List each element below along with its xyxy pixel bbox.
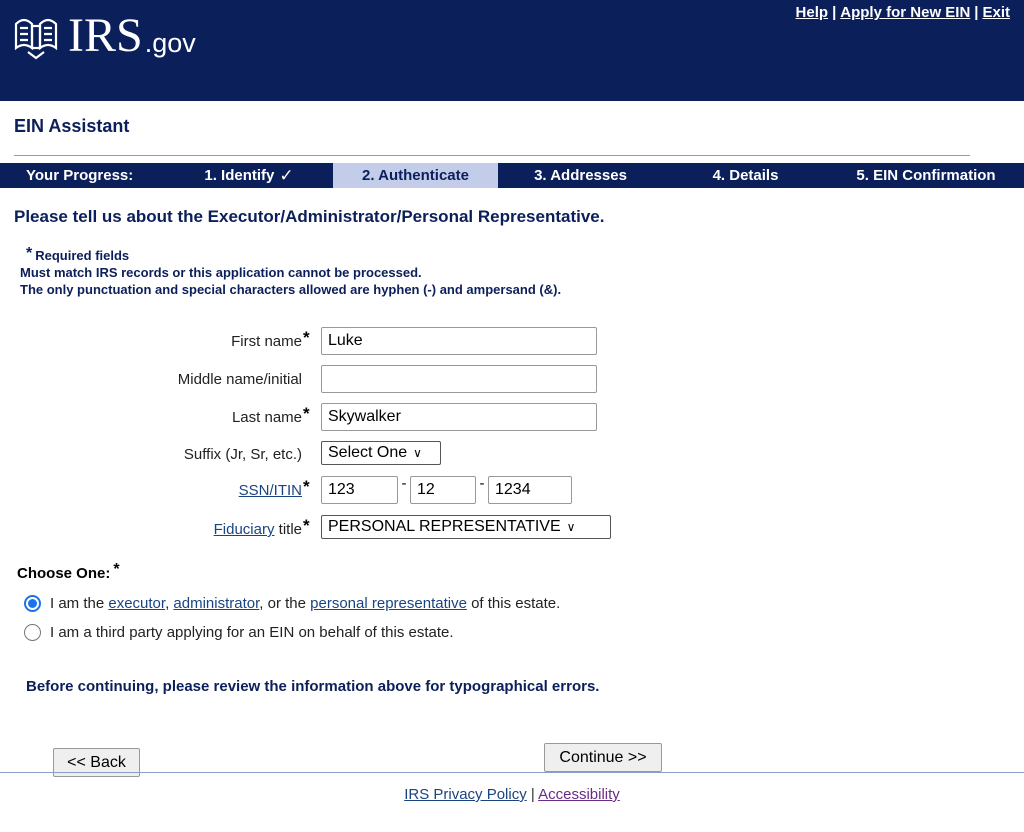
- fiduciary-label: Fiduciary title: [214, 521, 302, 538]
- option-text-part: of this estate.: [466, 594, 561, 612]
- logo-irs-text: IRS: [68, 9, 143, 62]
- progress-step-identify: 1. Identify ✓: [165, 163, 333, 188]
- fiduciary-label-rest: title: [274, 521, 302, 538]
- chevron-down-icon: ∨: [566, 520, 576, 534]
- first-name-row: First name *: [0, 327, 1024, 355]
- suffix-select[interactable]: Select One ∨: [321, 441, 441, 465]
- help-link[interactable]: Help: [796, 4, 829, 21]
- required-star: *: [303, 404, 310, 423]
- requirements-note: * Required fields Must match IRS records …: [20, 245, 562, 298]
- last-name-row: Last name *: [0, 403, 1024, 431]
- suffix-label: Suffix (Jr, Sr, etc.): [183, 446, 302, 463]
- radio-button[interactable]: [24, 623, 41, 641]
- logo-gov-text: .gov: [144, 28, 196, 58]
- ssn-itin-link[interactable]: SSN/ITIN: [239, 482, 302, 499]
- administrator-link[interactable]: administrator: [173, 595, 259, 612]
- review-note: Before continuing, please review the inf…: [26, 678, 600, 695]
- fiduciary-title-select[interactable]: PERSONAL REPRESENTATIVE ∨: [321, 515, 611, 539]
- radio-option-executor[interactable]: I am the executor, administrator, or the…: [24, 593, 560, 613]
- suffix-select-value: Select One: [328, 444, 408, 461]
- link-separator: |: [974, 4, 979, 21]
- progress-step-ein-confirmation: 5. EIN Confirmation: [856, 167, 996, 184]
- fiduciary-row: Fiduciary title * PERSONAL REPRESENTATIV…: [0, 515, 1024, 543]
- app-title: EIN Assistant: [14, 116, 130, 136]
- footer-divider: [0, 772, 1024, 773]
- required-star: *: [113, 561, 120, 578]
- required-fields-text: Required fields: [35, 248, 130, 263]
- ssn-dash: -: [479, 475, 485, 492]
- link-separator: |: [832, 4, 837, 21]
- middle-name-row: Middle name/initial: [0, 365, 1024, 393]
- ssn-label: SSN/ITIN: [239, 482, 302, 499]
- ssn-part2-input[interactable]: [410, 476, 476, 504]
- option-executor-text: I am the executor, administrator, or the…: [50, 595, 560, 612]
- site-header: IRS .gov Help | Apply for New EIN | Exit: [0, 0, 1024, 101]
- privacy-policy-link[interactable]: IRS Privacy Policy: [404, 786, 527, 803]
- middle-name-input[interactable]: [321, 365, 597, 393]
- progress-bar: Your Progress: 1. Identify ✓ 2. Authenti…: [0, 163, 1024, 188]
- checkmark-icon: ✓: [279, 165, 294, 185]
- required-star: *: [303, 477, 310, 496]
- fiduciary-link[interactable]: Fiduciary: [214, 521, 275, 538]
- required-star: *: [303, 516, 310, 535]
- progress-step-label: 1. Identify: [204, 167, 275, 184]
- footer-separator: |: [526, 786, 539, 803]
- accessibility-link[interactable]: Accessibility: [538, 786, 620, 803]
- footer: IRS Privacy Policy | Accessibility: [0, 786, 1024, 803]
- required-star: *: [26, 245, 33, 262]
- required-star: *: [303, 328, 310, 347]
- ssn-part3-input[interactable]: [488, 476, 572, 504]
- executor-link[interactable]: executor: [108, 595, 165, 612]
- top-links: Help | Apply for New EIN | Exit: [796, 4, 1010, 21]
- progress-step-authenticate: 2. Authenticate: [333, 163, 498, 188]
- continue-button[interactable]: Continue >>: [544, 743, 662, 772]
- middle-name-label: Middle name/initial: [177, 371, 302, 388]
- ssn-dash: -: [401, 475, 407, 492]
- page-heading: Please tell us about the Executor/Admini…: [14, 207, 605, 226]
- last-name-input[interactable]: [321, 403, 597, 431]
- exit-link[interactable]: Exit: [982, 4, 1010, 21]
- radio-button-selected[interactable]: [24, 594, 41, 612]
- option-text-part: I am the: [50, 594, 109, 612]
- irs-logo[interactable]: IRS .gov: [10, 12, 196, 60]
- choose-one-text: Choose One:: [17, 565, 111, 582]
- option-text-part: , or the: [259, 594, 311, 612]
- choose-one-label: Choose One: *: [17, 561, 120, 583]
- eagle-icon: [14, 18, 58, 60]
- chevron-down-icon: ∨: [413, 446, 422, 460]
- progress-step-addresses: 3. Addresses: [534, 167, 627, 184]
- ssn-row: SSN/ITIN * - -: [0, 475, 1024, 504]
- first-name-label: First name: [231, 333, 302, 350]
- must-match-text: Must match IRS records or this applicati…: [20, 265, 422, 280]
- fiduciary-select-value: PERSONAL REPRESENTATIVE: [328, 518, 561, 535]
- last-name-label: Last name: [231, 409, 302, 426]
- punctuation-text: The only punctuation and special charact…: [20, 282, 562, 297]
- progress-label: Your Progress:: [26, 167, 134, 184]
- apply-new-ein-link[interactable]: Apply for New EIN: [840, 4, 970, 21]
- progress-step-details: 4. Details: [712, 167, 779, 184]
- suffix-row: Suffix (Jr, Sr, etc.) Select One ∨: [0, 441, 1024, 469]
- title-divider: [14, 155, 970, 156]
- ssn-part1-input[interactable]: [321, 476, 398, 504]
- first-name-input[interactable]: [321, 327, 597, 355]
- radio-option-third-party[interactable]: I am a third party applying for an EIN o…: [24, 622, 454, 642]
- option-third-party-text: I am a third party applying for an EIN o…: [50, 623, 454, 641]
- personal-representative-link[interactable]: personal representative: [310, 595, 467, 612]
